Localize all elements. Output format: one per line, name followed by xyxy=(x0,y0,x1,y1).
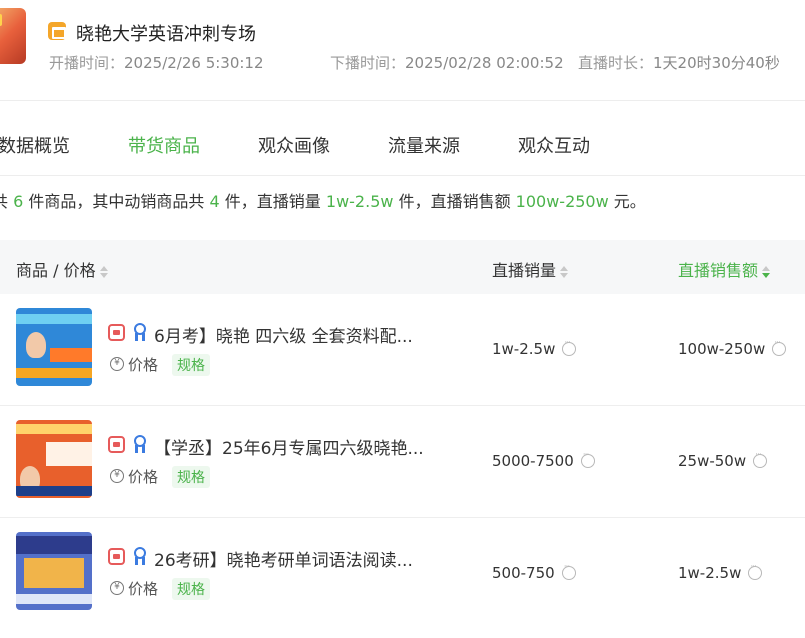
spec-tag[interactable]: 规格 xyxy=(172,466,210,488)
award-ribbon-icon xyxy=(132,323,148,341)
more-dots-icon[interactable] xyxy=(748,562,763,580)
more-dots-icon[interactable] xyxy=(753,450,768,468)
table-row[interactable]: 6月考】晓艳 四六级 全套资料配... ¥ 价格 规格 1w-2.5w 100w… xyxy=(0,294,805,406)
product-thumbnail[interactable] xyxy=(16,532,92,610)
price-label[interactable]: 价格 xyxy=(128,578,158,599)
summary-revenue: 100w-250w xyxy=(515,192,609,211)
price-label[interactable]: 价格 xyxy=(128,354,158,375)
sales-value: 1w-2.5w xyxy=(492,340,556,358)
revenue-cell: 25w-50w xyxy=(678,450,768,470)
column-sales-label: 直播销量 xyxy=(492,261,557,280)
sales-value: 500-750 xyxy=(492,564,555,582)
tab-audience[interactable]: 观众画像 xyxy=(258,132,330,158)
table-row[interactable]: 【学丞】25年6月专属四六级晓艳... ¥ 价格 规格 5000-7500 25… xyxy=(0,406,805,518)
store-badge-icon xyxy=(108,548,125,565)
award-ribbon-icon xyxy=(132,547,148,565)
duration-value: 1天20时30分40秒 xyxy=(653,54,780,72)
column-revenue-label: 直播销售额 xyxy=(678,261,759,280)
summary-sales: 1w-2.5w xyxy=(325,192,394,211)
sales-cell: 500-750 xyxy=(492,562,576,582)
tab-overview[interactable]: 数据概览 xyxy=(0,132,70,158)
revenue-value: 100w-250w xyxy=(678,340,766,358)
revenue-value: 25w-50w xyxy=(678,452,747,470)
column-product-price[interactable]: 商品 / 价格 xyxy=(16,257,108,281)
price-coin-icon: ¥ xyxy=(110,469,124,483)
tab-interaction[interactable]: 观众互动 xyxy=(518,132,590,158)
more-dots-icon[interactable] xyxy=(562,338,577,356)
duration: 直播时长：1天20时30分40秒 xyxy=(578,52,780,73)
streamer-avatar[interactable] xyxy=(0,8,26,64)
product-thumbnail[interactable] xyxy=(16,308,92,386)
sales-cell: 1w-2.5w xyxy=(492,338,577,358)
sort-icon[interactable] xyxy=(99,265,108,278)
tabs-divider xyxy=(0,175,805,176)
column-sales[interactable]: 直播销量 xyxy=(492,257,569,281)
end-time-value: 2025/02/28 02:00:52 xyxy=(405,54,564,72)
tab-products[interactable]: 带货商品 xyxy=(128,132,200,158)
start-time: 开播时间：2025/2/26 5:30:12 xyxy=(49,52,264,73)
revenue-value: 1w-2.5w xyxy=(678,564,742,582)
store-badge-icon xyxy=(108,436,125,453)
more-dots-icon[interactable] xyxy=(580,450,595,468)
shop-bag-icon xyxy=(48,22,66,40)
sort-icon[interactable] xyxy=(560,265,569,278)
summary-active-count: 4 xyxy=(209,192,220,211)
award-ribbon-icon xyxy=(132,435,148,453)
sort-desc-icon[interactable] xyxy=(762,265,771,278)
avatar-tag xyxy=(0,14,2,26)
summary-text: 件商品，其中动销商品共 xyxy=(28,192,205,211)
product-name[interactable]: 【学丞】25年6月专属四六级晓艳... xyxy=(154,434,424,459)
sales-value: 5000-7500 xyxy=(492,452,574,470)
start-time-label: 开播时间： xyxy=(49,54,125,72)
summary-text: 件，直播销售额 xyxy=(398,192,511,211)
column-product-label: 商品 / 价格 xyxy=(16,261,96,280)
more-dots-icon[interactable] xyxy=(772,338,787,356)
more-dots-icon[interactable] xyxy=(561,562,576,580)
store-badge-icon xyxy=(108,324,125,341)
tab-traffic[interactable]: 流量来源 xyxy=(388,132,460,158)
start-time-value: 2025/2/26 5:30:12 xyxy=(124,54,264,72)
price-label[interactable]: 价格 xyxy=(128,466,158,487)
spec-tag[interactable]: 规格 xyxy=(172,578,210,600)
summary-text: 件，直播销量 xyxy=(224,192,321,211)
summary-text: 元。 xyxy=(613,192,646,211)
price-coin-icon: ¥ xyxy=(110,357,124,371)
live-session-title: 晓艳大学英语冲刺专场 xyxy=(76,24,256,45)
end-time: 下播时间：2025/02/28 02:00:52 xyxy=(330,52,564,73)
end-time-label: 下播时间： xyxy=(330,54,406,72)
revenue-cell: 100w-250w xyxy=(678,338,787,358)
sales-summary: 共 6 件商品，其中动销商品共 4 件，直播销量 1w-2.5w 件，直播销售额… xyxy=(0,188,646,212)
table-row[interactable]: 26考研】晓艳考研单词语法阅读... ¥ 价格 规格 500-750 1w-2.… xyxy=(0,518,805,630)
spec-tag[interactable]: 规格 xyxy=(172,354,210,376)
duration-label: 直播时长： xyxy=(578,54,654,72)
header-divider xyxy=(0,100,805,101)
column-revenue[interactable]: 直播销售额 xyxy=(678,257,771,281)
summary-total-count: 6 xyxy=(13,192,24,211)
price-coin-icon: ¥ xyxy=(110,581,124,595)
sales-cell: 5000-7500 xyxy=(492,450,595,470)
summary-text: 共 xyxy=(0,192,9,211)
product-name[interactable]: 26考研】晓艳考研单词语法阅读... xyxy=(154,546,413,571)
revenue-cell: 1w-2.5w xyxy=(678,562,763,582)
product-thumbnail[interactable] xyxy=(16,420,92,498)
product-name[interactable]: 6月考】晓艳 四六级 全套资料配... xyxy=(154,322,413,347)
